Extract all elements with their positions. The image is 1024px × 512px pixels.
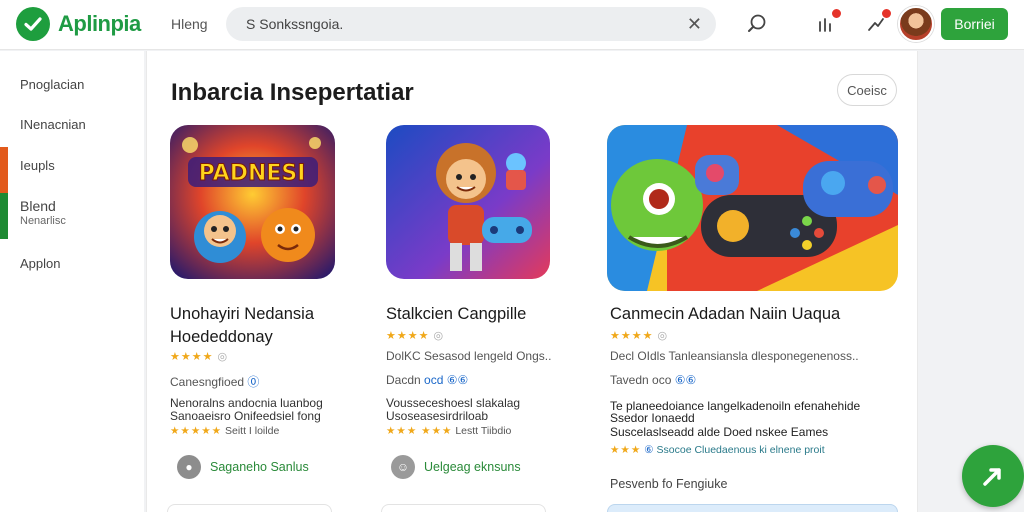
app-name: Aplinpia (58, 11, 141, 36)
close-icon[interactable]: ✕ (687, 14, 702, 35)
nav-link-home[interactable]: Hleng (171, 16, 208, 32)
search-bar[interactable]: S Sonkssngoia. ✕ (226, 7, 716, 41)
card-2-thumbnail[interactable] (386, 125, 550, 279)
notifications-icon[interactable] (812, 8, 842, 38)
card-2-action-label: Uelgeag eknsuns (424, 460, 521, 474)
card-1-thumbnail[interactable]: PADNESI (170, 125, 335, 279)
card-2-title[interactable]: Stalkcien Cangpille (386, 303, 526, 325)
card-3-rating: ★★★★ ◎ (610, 330, 669, 342)
card-1-action-label: Saganeho Sanlus (210, 460, 309, 474)
main-panel: Inbarcia Insepertatiar Coeisc PADNESI Un… (146, 51, 918, 512)
card-3-meta-line: Decl OIdls Tanleansiansla dlesponegeneno… (610, 349, 859, 363)
card-1-title-line1[interactable]: Unohayiri Nedansia (170, 303, 314, 325)
avatar[interactable] (898, 6, 934, 42)
card-2-rating: ★★★★ ◎ (386, 330, 445, 342)
card-1-meta[interactable]: Canesngfioed ⓪ (170, 373, 259, 390)
sidebar-item-pnoglacian[interactable]: Pnoglacian (20, 77, 84, 92)
card-2-action-icon: ☺ (391, 455, 415, 479)
card-3-footer: Pesvenb fo Fengiuke (610, 477, 728, 491)
floating-action-button[interactable] (962, 445, 1024, 507)
sidebar-item-inenacnian[interactable]: INenacnian (20, 117, 86, 132)
notification-badge (831, 8, 842, 19)
top-header: Aplinpia Hleng S Sonkssngoia. ✕ Borriei (0, 0, 1024, 50)
activity-badge (881, 8, 892, 19)
sidebar-item-applon[interactable]: Applon (20, 256, 60, 271)
card-1-desc-line2: Sanoaeisro Onifeedsiel fong (170, 409, 321, 423)
card-2-small-rating: ★★★ ★★★ Lestt Tiibdio (386, 425, 512, 437)
card-3-title[interactable]: Canmecin Adadan Naiin Uaqua (610, 303, 840, 325)
send-icon (983, 468, 1001, 486)
app-logo[interactable]: Aplinpia (16, 7, 141, 41)
card-3-desc-line2: Ssedor Ionaedd (610, 411, 695, 425)
card-2-action[interactable]: ☺ Uelgeag eknsuns (391, 455, 521, 479)
search-icon[interactable] (743, 10, 771, 38)
next-row-card-3[interactable] (607, 504, 898, 512)
header-cta-button[interactable]: Borriei (941, 8, 1008, 40)
card-3-thumbnail[interactable] (607, 125, 898, 291)
page-title: Inbarcia Insepertatiar (171, 79, 414, 106)
sidebar-item-ieupls[interactable]: Ieupls (20, 158, 55, 173)
close-button[interactable]: Coeisc (837, 74, 897, 106)
activity-icon[interactable] (862, 8, 892, 38)
card-1-action[interactable]: ● Saganeho Sanlus (177, 455, 309, 479)
card-3-meta[interactable]: Tavedn oco ⑥⑥ (610, 373, 696, 387)
card-1-rating: ★★★★ ◎ (170, 351, 229, 363)
card-3-small-rating: ★★★ ⑥ Ssocoe Cluedaenous ki elnene proit (610, 444, 825, 456)
card-2-desc-line2: Usoseasesirdriloab (386, 409, 489, 423)
card-2-meta[interactable]: Dacdn ocd ⑥⑥ (386, 373, 468, 387)
card-2-meta-line: DolKC Sesasod lengeld Ongs.. (386, 349, 552, 363)
card-3-desc-line3: Suscelaslseadd alde Doed nskee Eames (610, 425, 829, 439)
search-input[interactable]: S Sonkssngoia. (246, 16, 343, 32)
sidebar-subitem-nenarlisc[interactable]: Nenarlisc (20, 215, 66, 227)
next-row-card-1[interactable] (167, 504, 332, 512)
next-row-card-2[interactable] (381, 504, 546, 512)
sidebar: Pnoglacian INenacnian Ieupls Blend Nenar… (0, 51, 144, 512)
sidebar-secondary-indicator (0, 193, 8, 239)
card-1-small-rating: ★★★★★ Seitt I loilde (170, 425, 280, 437)
checkmark-logo-icon (16, 7, 50, 41)
card-1-image-text: PADNESI (199, 161, 306, 186)
sidebar-item-blend[interactable]: Blend (20, 198, 56, 214)
card-1-title-line2[interactable]: Hoededdonay (170, 326, 273, 348)
sidebar-active-indicator (0, 147, 8, 193)
card-1-action-icon: ● (177, 455, 201, 479)
